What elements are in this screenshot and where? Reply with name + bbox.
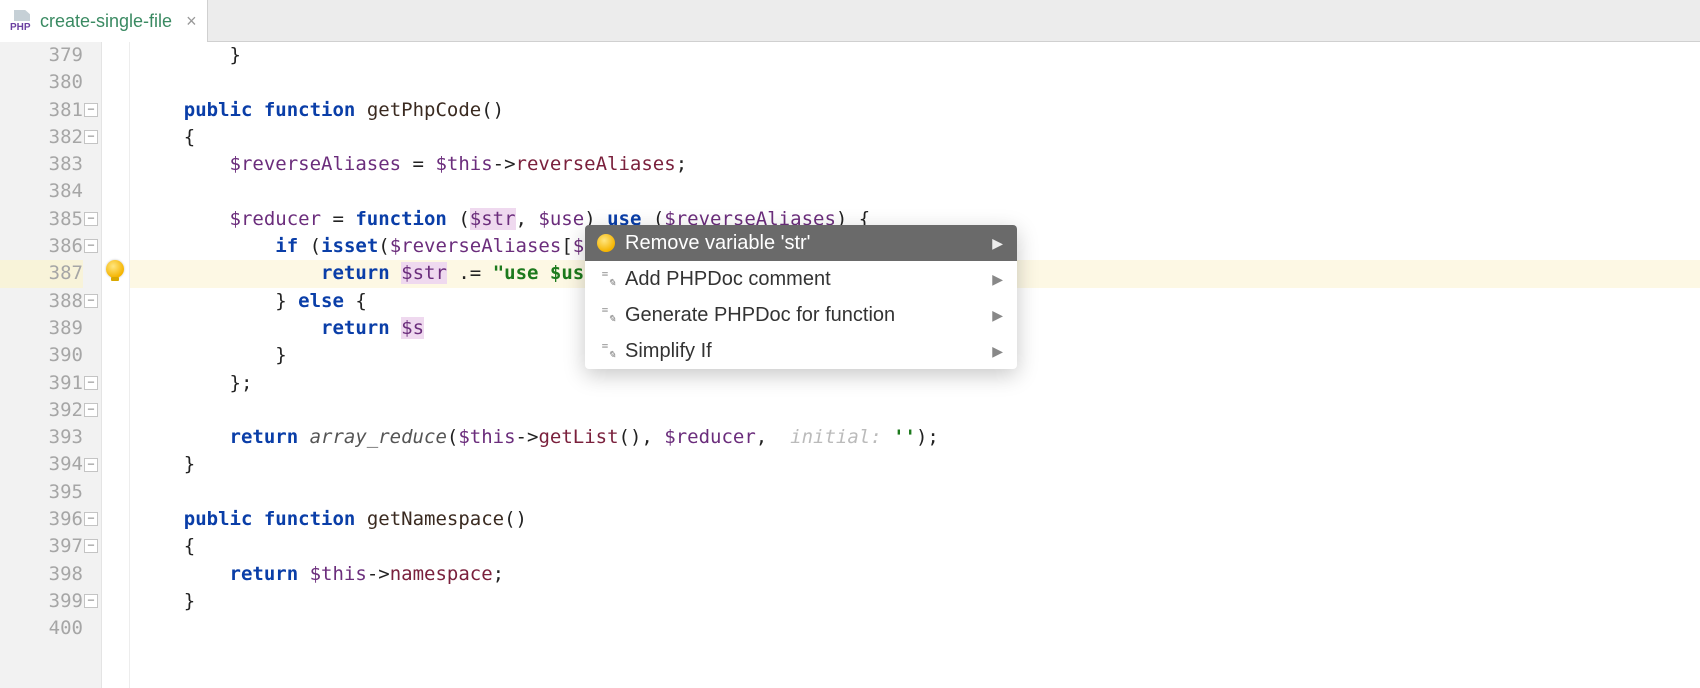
line-number: 388 [0,288,83,315]
line-number: 381 [0,97,83,124]
fold-toggle-icon[interactable] [84,103,98,117]
code-line: public function getNamespace() [130,506,1700,533]
intention-item[interactable]: Add PHPDoc comment ▶ [585,261,1017,297]
code-line [130,615,1700,642]
line-number: 399 [0,588,83,615]
tab-bar-rest [208,0,1700,41]
fold-toggle-icon[interactable] [84,403,98,417]
line-number: 380 [0,69,83,96]
code-line: $reverseAliases = $this->reverseAliases; [130,151,1700,178]
tab-bar: PHP create-single-file × [0,0,1700,42]
fold-toggle-icon[interactable] [84,294,98,308]
submenu-arrow-icon: ▶ [992,343,1003,360]
line-number: 396 [0,506,83,533]
submenu-arrow-icon: ▶ [992,271,1003,288]
intention-item[interactable]: Generate PHPDoc for function ▶ [585,297,1017,333]
code-line: public function getPhpCode() [130,97,1700,124]
line-number: 397 [0,533,83,560]
line-number: 387 [0,260,83,287]
line-number: 389 [0,315,83,342]
intention-item[interactable]: Simplify If ▶ [585,333,1017,369]
intention-icon [597,306,615,324]
line-number: 385 [0,206,83,233]
line-number: 400 [0,615,83,642]
intention-bulb-icon[interactable] [106,260,124,278]
line-number: 394 [0,451,83,478]
intention-label: Add PHPDoc comment [625,268,831,291]
code-line: { [130,533,1700,560]
code-line: return array_reduce($this->getList(), $r… [130,424,1700,451]
line-number: 398 [0,561,83,588]
code-line: }; [130,370,1700,397]
fold-toggle-icon[interactable] [84,458,98,472]
intention-popup: Remove variable 'str'▶Add PHPDoc comment… [585,225,1017,369]
fold-toggle-icon[interactable] [84,512,98,526]
line-number: 390 [0,342,83,369]
file-tab[interactable]: PHP create-single-file × [0,0,208,42]
bulb-icon [597,234,615,252]
line-number: 391 [0,370,83,397]
code-line: return $this->namespace; [130,561,1700,588]
line-number: 395 [0,479,83,506]
code-line [130,397,1700,424]
tab-label: create-single-file [40,11,172,32]
intention-label: Simplify If [625,340,712,363]
submenu-arrow-icon: ▶ [992,235,1003,252]
fold-toggle-icon[interactable] [84,130,98,144]
intention-label: Generate PHPDoc for function [625,304,895,327]
close-tab-icon[interactable]: × [180,11,197,32]
line-number: 382 [0,124,83,151]
line-number: 384 [0,178,83,205]
intention-item[interactable]: Remove variable 'str' ▶ [585,225,1017,261]
code-line: } [130,588,1700,615]
intention-icon [597,342,615,360]
fold-toggle-icon[interactable] [84,594,98,608]
code-line: } [130,451,1700,478]
php-file-icon: PHP [10,10,32,32]
intention-label: Remove variable 'str' [625,232,810,255]
fold-gutter [102,42,130,688]
line-number: 393 [0,424,83,451]
code-area[interactable]: } public function getPhpCode() { $revers… [130,42,1700,688]
fold-toggle-icon[interactable] [84,376,98,390]
submenu-arrow-icon: ▶ [992,307,1003,324]
editor: 3793803813823833843853863873883893903913… [0,42,1700,688]
intention-icon [597,270,615,288]
line-number: 379 [0,42,83,69]
code-line [130,178,1700,205]
line-number: 392 [0,397,83,424]
code-line [130,69,1700,96]
code-line [130,479,1700,506]
php-badge: PHP [8,21,33,34]
fold-toggle-icon[interactable] [84,239,98,253]
line-number: 386 [0,233,83,260]
line-number: 383 [0,151,83,178]
fold-toggle-icon[interactable] [84,212,98,226]
fold-toggle-icon[interactable] [84,539,98,553]
code-line: } [130,42,1700,69]
code-line: { [130,124,1700,151]
